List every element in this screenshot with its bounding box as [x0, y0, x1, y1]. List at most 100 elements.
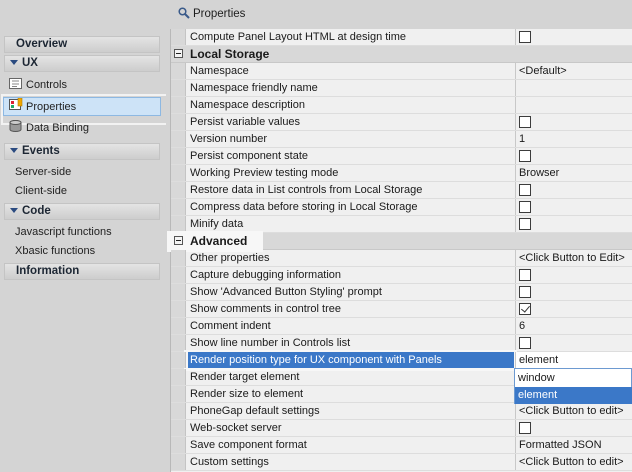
sidebar-item-controls[interactable]: Controls	[4, 76, 160, 95]
property-value	[515, 216, 632, 232]
sidebar-item-xbasic-functions[interactable]: Xbasic functions	[4, 242, 160, 261]
checkbox[interactable]	[519, 286, 531, 298]
property-name: Persist variable values	[190, 116, 301, 128]
sidebar-code-header[interactable]: Code	[4, 203, 160, 220]
row-gutter	[171, 403, 186, 419]
property-name: Web-socket server	[190, 422, 282, 434]
controls-icon	[9, 77, 22, 89]
checkbox[interactable]	[519, 201, 531, 213]
property-value	[515, 267, 632, 283]
property-row[interactable]: Namespace description	[171, 97, 632, 114]
sidebar-item-javascript-functions[interactable]: Javascript functions	[4, 223, 160, 242]
property-value[interactable]: Browser	[515, 165, 632, 181]
property-name: PhoneGap default settings	[190, 405, 320, 417]
checkbox[interactable]	[519, 422, 531, 434]
property-name: Save component format	[190, 439, 307, 451]
property-name: Namespace friendly name	[190, 82, 318, 94]
property-value[interactable]: 6	[515, 318, 632, 334]
sidebar-overview-header[interactable]: Overview	[4, 36, 160, 53]
sidebar-ux-header[interactable]: UX	[4, 55, 160, 72]
property-row[interactable]: Show comments in control tree	[171, 301, 632, 318]
row-gutter	[171, 182, 186, 198]
property-name: Namespace	[190, 65, 249, 77]
row-gutter	[171, 114, 186, 130]
checkbox[interactable]	[519, 31, 531, 43]
property-value[interactable]: <Click Button to edit>	[515, 403, 632, 419]
sidebar-events-header[interactable]: Events	[4, 143, 160, 160]
sidebar-item-label: Server-side	[15, 166, 72, 178]
checkbox[interactable]	[519, 269, 531, 281]
checkbox[interactable]	[519, 184, 531, 196]
checkbox[interactable]	[519, 116, 531, 128]
property-grid: Compute Panel Layout HTML at design time…	[167, 29, 632, 472]
property-row[interactable]: Namespace <Default>	[171, 63, 632, 80]
property-value[interactable]	[515, 97, 632, 113]
row-gutter	[171, 131, 186, 147]
sidebar-overview-label: Overview	[16, 38, 68, 50]
property-name: Compute Panel Layout HTML at design time	[190, 31, 407, 43]
row-gutter	[171, 352, 186, 368]
property-row-selected[interactable]: Render position type for UX component wi…	[171, 350, 632, 371]
property-value[interactable]: <Click Button to Edit>	[515, 250, 632, 266]
sidebar-item-client-side[interactable]: Client-side	[4, 182, 160, 201]
checkbox[interactable]	[519, 218, 531, 230]
property-row[interactable]: Persist component state	[171, 148, 632, 165]
property-value	[515, 114, 632, 130]
property-value[interactable]: <Click Button to edit>	[515, 454, 632, 470]
row-gutter	[171, 250, 186, 266]
property-row[interactable]: Version number 1	[171, 131, 632, 148]
property-name: Minify data	[190, 218, 244, 230]
property-value[interactable]	[515, 80, 632, 96]
row-gutter	[171, 318, 186, 334]
row-gutter	[171, 199, 186, 215]
property-name: Persist component state	[190, 150, 309, 162]
section-advanced[interactable]: Advanced	[167, 231, 632, 252]
checkbox-checked[interactable]	[519, 303, 531, 315]
property-name: Namespace description	[190, 99, 305, 111]
sidebar-item-properties[interactable]: Properties	[1, 94, 173, 125]
property-value[interactable]: 1	[515, 131, 632, 147]
sidebar-information-header[interactable]: Information	[4, 263, 160, 280]
property-row[interactable]: Other properties <Click Button to Edit>	[171, 250, 632, 267]
property-value[interactable]: Formatted JSON	[515, 437, 632, 453]
property-name: Render size to element	[190, 388, 304, 400]
property-name: Version number	[190, 133, 268, 145]
row-gutter	[171, 267, 186, 283]
property-name: Compress data before storing in Local St…	[190, 201, 418, 213]
section-local-storage[interactable]: Local Storage	[171, 46, 632, 63]
panel-titlebar: Properties	[166, 0, 632, 28]
collapse-icon[interactable]	[174, 49, 183, 58]
property-row[interactable]: Working Preview testing mode Browser	[171, 165, 632, 182]
property-row[interactable]: Web-socket server	[171, 420, 632, 437]
checkbox[interactable]	[519, 337, 531, 349]
dropdown-option-element[interactable]: element	[515, 387, 632, 404]
property-value-dropdown[interactable]: element	[515, 352, 632, 368]
property-value	[515, 335, 632, 351]
database-icon	[9, 120, 22, 132]
property-row[interactable]: Compress data before storing in Local St…	[171, 199, 632, 216]
chevron-down-icon	[10, 148, 18, 153]
sidebar: Overview UX Controls Properties Data Bin…	[0, 0, 173, 472]
property-row[interactable]: Persist variable values	[171, 114, 632, 131]
property-row[interactable]: Namespace friendly name	[171, 80, 632, 97]
properties-icon	[9, 97, 23, 110]
property-row[interactable]: PhoneGap default settings <Click Button …	[171, 403, 632, 420]
dropdown-option-window[interactable]: window	[515, 370, 632, 387]
checkbox[interactable]	[519, 150, 531, 162]
row-gutter	[171, 80, 186, 96]
property-row[interactable]: Show 'Advanced Button Styling' prompt	[171, 284, 632, 301]
sidebar-item-label: Data Binding	[26, 122, 89, 134]
collapse-icon[interactable]	[174, 236, 183, 245]
sidebar-item-label: Xbasic functions	[15, 245, 96, 257]
property-value[interactable]: <Default>	[515, 63, 632, 79]
property-value	[515, 284, 632, 300]
property-row[interactable]: Restore data in List controls from Local…	[171, 182, 632, 199]
sidebar-item-data-binding[interactable]: Data Binding	[4, 119, 160, 138]
sidebar-item-server-side[interactable]: Server-side	[4, 163, 160, 182]
property-row[interactable]: Compute Panel Layout HTML at design time	[171, 29, 632, 46]
property-row[interactable]: Save component format Formatted JSON	[171, 437, 632, 454]
property-value	[515, 199, 632, 215]
property-row[interactable]: Comment indent 6	[171, 318, 632, 335]
property-row[interactable]: Capture debugging information	[171, 267, 632, 284]
property-row[interactable]: Custom settings <Click Button to edit>	[171, 454, 632, 471]
